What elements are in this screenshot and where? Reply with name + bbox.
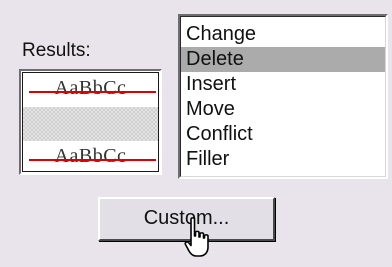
change-type-list: Change Delete Insert Move Conflict Fille…	[180, 16, 386, 177]
hand-pointer-icon	[184, 217, 209, 257]
list-item-change[interactable]: Change	[181, 22, 385, 47]
change-type-listbox[interactable]: Change Delete Insert Move Conflict Fille…	[178, 14, 388, 179]
results-preview-frame: AaBbCc AaBbCc	[22, 72, 159, 172]
results-label: Results:	[22, 40, 91, 61]
results-preview: AaBbCc AaBbCc	[19, 69, 162, 175]
list-item-delete[interactable]: Delete	[181, 47, 385, 72]
list-item-move[interactable]: Move	[181, 97, 385, 122]
options-pane: Results: AaBbCc AaBbCc Change Delete Ins…	[0, 0, 392, 267]
dithered-preview-area	[23, 107, 158, 141]
strikethrough-line-bottom	[29, 159, 156, 161]
sample-text-top: AaBbCc	[54, 77, 127, 99]
list-item-insert[interactable]: Insert	[181, 72, 385, 97]
strikethrough-line-top	[29, 91, 156, 93]
sample-text-bottom: AaBbCc	[54, 145, 127, 167]
list-item-conflict[interactable]: Conflict	[181, 122, 385, 147]
list-item-filler[interactable]: Filler	[181, 147, 385, 172]
